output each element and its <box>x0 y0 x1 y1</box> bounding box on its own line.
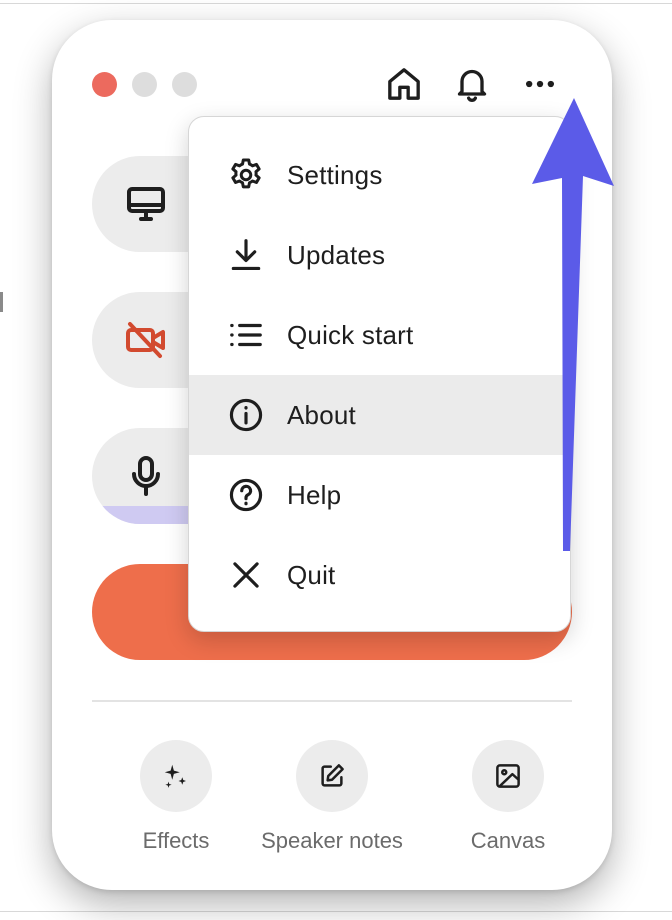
speaker-notes-label: Speaker notes <box>261 828 403 853</box>
monitor-icon <box>127 187 165 221</box>
effects-tool[interactable]: Effects <box>112 740 240 854</box>
bell-icon <box>457 69 487 102</box>
image-icon <box>496 764 520 788</box>
menu-item-about[interactable]: About <box>189 375 570 455</box>
annotation-arrow-icon <box>532 98 614 551</box>
toolbar-divider <box>92 700 572 702</box>
edit-icon <box>321 764 344 787</box>
sparkles-icon <box>164 764 186 788</box>
speaker-notes-tool[interactable]: Speaker notes <box>242 740 422 854</box>
effects-button[interactable] <box>140 740 212 812</box>
menu-item-quick-start[interactable]: Quick start <box>189 295 570 375</box>
menu-item-updates[interactable]: Updates <box>189 215 570 295</box>
effects-label: Effects <box>142 828 210 853</box>
canvas-button[interactable] <box>472 740 544 812</box>
speaker-notes-button[interactable] <box>296 740 368 812</box>
menu-item-label: Quick start <box>287 319 414 350</box>
window-maximize-button[interactable] <box>172 72 197 97</box>
menu-item-settings[interactable]: Settings <box>189 135 570 215</box>
help-icon <box>227 476 265 514</box>
microphone-icon <box>132 456 160 496</box>
gear-icon <box>227 156 265 194</box>
download-icon <box>227 236 265 274</box>
bottom-divider-line <box>0 911 672 912</box>
top-divider-line <box>0 3 672 4</box>
close-icon <box>227 556 265 594</box>
window-close-button[interactable] <box>92 72 117 97</box>
menu-item-label: About <box>287 399 356 430</box>
menu-item-label: Help <box>287 479 342 510</box>
home-button[interactable] <box>380 60 428 108</box>
home-icon <box>388 68 420 100</box>
canvas-tool[interactable]: Canvas <box>452 740 564 854</box>
menu-item-label: Settings <box>287 159 383 190</box>
window-minimize-button[interactable] <box>132 72 157 97</box>
list-icon <box>227 316 265 354</box>
menu-item-quit[interactable]: Quit <box>189 535 570 615</box>
canvas-label: Canvas <box>470 828 546 853</box>
more-options-menu: Settings Updates Quick start About Help … <box>188 116 571 632</box>
menu-item-label: Updates <box>287 239 386 270</box>
menu-item-help[interactable]: Help <box>189 455 570 535</box>
background-edge-mark <box>0 292 3 312</box>
notifications-button[interactable] <box>448 60 496 108</box>
info-icon <box>227 396 265 434</box>
menu-item-label: Quit <box>287 559 336 590</box>
camera-off-icon <box>126 322 165 358</box>
